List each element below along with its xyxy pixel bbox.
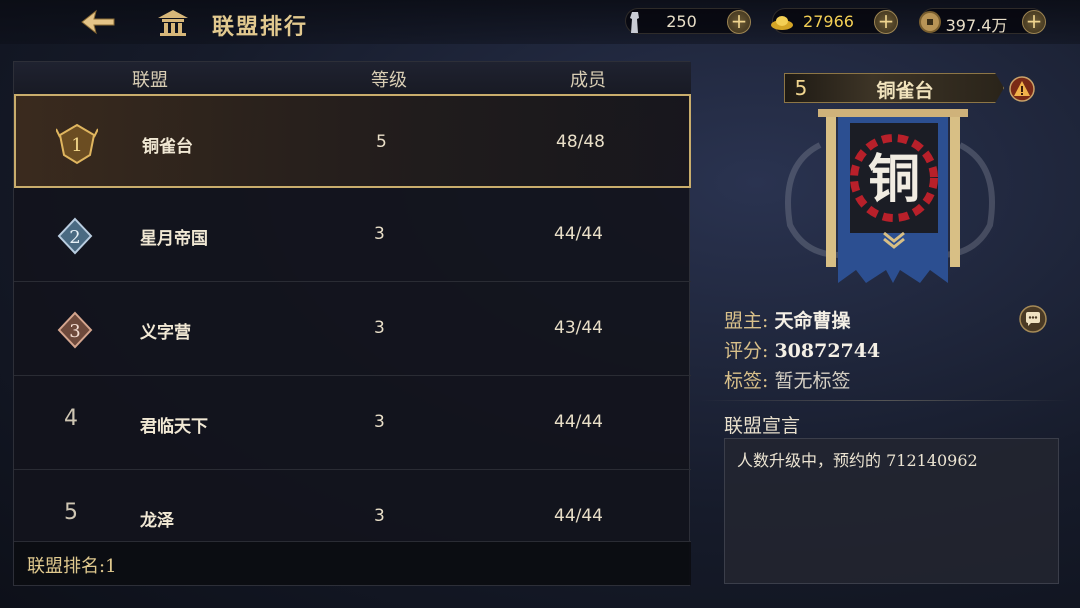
- rank-badge-number: 1: [71, 135, 82, 156]
- report-warning-icon[interactable]: [1009, 76, 1035, 102]
- alliance-name: 龙泽: [140, 511, 174, 531]
- panel-footer: 联盟排名:1: [14, 541, 691, 585]
- chat-bubble-icon[interactable]: [1019, 305, 1047, 333]
- gold-resource: 27966 +: [771, 8, 898, 34]
- alliance-title: 铜雀台: [876, 80, 934, 102]
- top-bar: 联盟排行 250 + 27966 + 397.4万 +: [0, 0, 1080, 44]
- score-value: 30872744: [774, 340, 881, 362]
- alliance-name: 星月帝国: [140, 229, 208, 249]
- soldier-add-button[interactable]: +: [727, 10, 751, 34]
- leader-name: 天命曹操: [774, 310, 851, 332]
- alliance-level: 3: [374, 224, 385, 244]
- alliance-members: 43/44: [554, 318, 603, 338]
- alliance-members: 44/44: [554, 506, 603, 526]
- tag-line: 标签: 暂无标签: [724, 366, 850, 393]
- coin-resource: 397.4万 +: [919, 8, 1046, 35]
- alliance-banner-icon: 铜: [785, 109, 995, 283]
- table-row[interactable]: 2 星月帝国 3 44/44: [14, 188, 691, 282]
- divider: [700, 400, 1070, 401]
- alliance-name: 义字营: [140, 323, 191, 343]
- arrow-left-icon: [81, 9, 115, 35]
- table-row[interactable]: 3 义字营 3 43/44: [14, 282, 691, 376]
- rank-number: 5: [64, 500, 78, 525]
- column-level: 等级: [371, 70, 407, 91]
- back-button[interactable]: [78, 8, 118, 36]
- alliance-level: 3: [374, 318, 385, 338]
- score-label: 评分:: [724, 340, 769, 362]
- silver-rank-badge-icon: 2: [57, 217, 93, 255]
- column-members: 成员: [570, 70, 606, 91]
- tag-value: 暂无标签: [774, 370, 851, 392]
- tag-label: 标签:: [724, 370, 769, 392]
- gold-rank-badge-icon: 1: [56, 123, 98, 165]
- alliance-level: 5: [376, 132, 387, 152]
- alliance-hall-icon: [156, 8, 190, 36]
- alliance-members: 44/44: [554, 224, 603, 244]
- gold-add-button[interactable]: +: [874, 10, 898, 34]
- rank-badge-number: 3: [69, 321, 80, 342]
- alliance-level: 3: [374, 412, 385, 432]
- page-title: 联盟排行: [212, 14, 309, 40]
- alliance-level: 3: [374, 506, 385, 526]
- alliance-members: 44/44: [554, 412, 603, 432]
- declaration-title: 联盟宣言: [724, 415, 801, 437]
- rank-badge-number: 2: [69, 227, 80, 248]
- ranking-panel: 联盟 等级 成员 1 铜雀台 5 48/48 2 星月帝国 3 44/44 3 …: [13, 61, 691, 586]
- alliance-name: 铜雀台: [142, 137, 193, 157]
- coin-add-button[interactable]: +: [1022, 10, 1046, 34]
- bronze-rank-badge-icon: 3: [57, 311, 93, 349]
- leader-label: 盟主:: [724, 310, 769, 332]
- alliance-members: 48/48: [556, 132, 605, 152]
- rank-number: 4: [64, 406, 78, 431]
- alliance-level-badge: 5: [794, 76, 808, 100]
- soldier-resource: 250 +: [625, 8, 751, 34]
- my-alliance-rank: 联盟排名:1: [27, 556, 117, 577]
- declaration-text: 人数升级中，预约的 712140962: [737, 451, 978, 470]
- column-alliance: 联盟: [132, 70, 168, 91]
- table-row[interactable]: 4 君临天下 3 44/44: [14, 376, 691, 470]
- table-row[interactable]: 1 铜雀台 5 48/48: [14, 94, 691, 188]
- leader-line: 盟主: 天命曹操: [724, 306, 850, 333]
- table-header: 联盟 等级 成员: [14, 62, 691, 94]
- alliance-name: 君临天下: [140, 417, 208, 437]
- score-line: 评分: 30872744: [724, 336, 880, 363]
- banner-character: 铜: [868, 149, 920, 210]
- declaration-box: 人数升级中，预约的 712140962: [724, 438, 1059, 584]
